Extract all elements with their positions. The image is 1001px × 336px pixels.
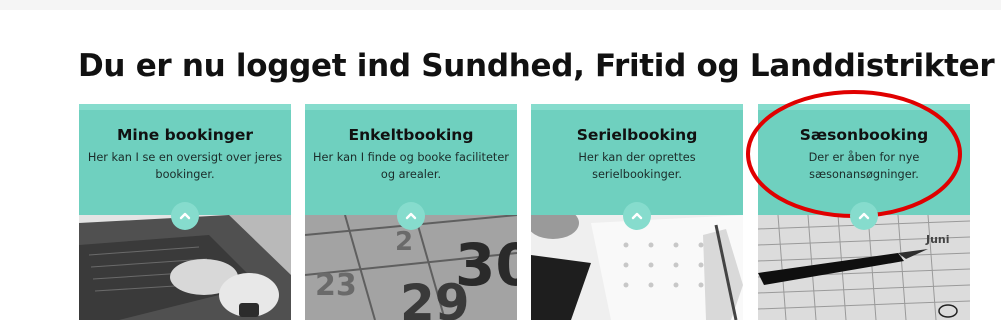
card-title: Mine bookinger (117, 126, 253, 144)
card-title: Serielbooking (576, 126, 698, 144)
booking-cards: Mine bookinger Her kan I se en oversigt … (79, 104, 970, 320)
page: Du er nu logget ind Sundhed, Fritid og L… (0, 0, 1001, 336)
calendar-number: 23 (315, 268, 357, 303)
card-description: Her kan I se en oversigt over jeres book… (87, 151, 283, 181)
card-description: Her kan I finde og booke faciliteter og … (313, 151, 509, 181)
card-header: Serielbooking Her kan der oprettes serie… (531, 104, 743, 215)
laptop-photo (79, 215, 291, 320)
chevron-up-icon (858, 212, 870, 220)
card-header: Enkeltbooking Her kan I finde og booke f… (305, 104, 517, 215)
card-saesonbooking[interactable]: Sæsonbooking Der er åben for nye sæsonan… (758, 104, 970, 320)
calendar-photo: 30 29 23 2 (305, 215, 517, 320)
card-description: Der er åben for nye sæsonansøgninger. (808, 151, 920, 181)
card-header: Sæsonbooking Der er åben for nye sæsonan… (758, 104, 970, 215)
card-title: Sæsonbooking (799, 126, 929, 144)
card-title: Enkeltbooking (348, 126, 474, 144)
chevron-up-icon (405, 212, 417, 220)
page-title: Du er nu logget ind Sundhed, Fritid og L… (78, 48, 995, 84)
chevron-up-icon (179, 212, 191, 220)
calendar-number: 29 (400, 274, 470, 320)
calendar-number: 2 (395, 227, 413, 257)
expand-toggle[interactable] (397, 202, 425, 230)
card-serielbooking[interactable]: Serielbooking Her kan der oprettes serie… (531, 104, 743, 320)
expand-toggle[interactable] (623, 202, 651, 230)
card-enkeltbooking[interactable]: Enkeltbooking Her kan I finde og booke f… (305, 104, 517, 320)
expand-toggle[interactable] (171, 202, 199, 230)
season-calendar-photo: Juni (758, 215, 970, 320)
card-header: Mine bookinger Her kan I se en oversigt … (79, 104, 291, 215)
month-label: Juni (925, 233, 950, 246)
card-mine-bookinger[interactable]: Mine bookinger Her kan I se en oversigt … (79, 104, 291, 320)
card-description: Her kan der oprettes serielbookinger. (578, 151, 696, 181)
planner-photo (531, 215, 743, 320)
chevron-up-icon (631, 212, 643, 220)
expand-toggle[interactable] (850, 202, 878, 230)
